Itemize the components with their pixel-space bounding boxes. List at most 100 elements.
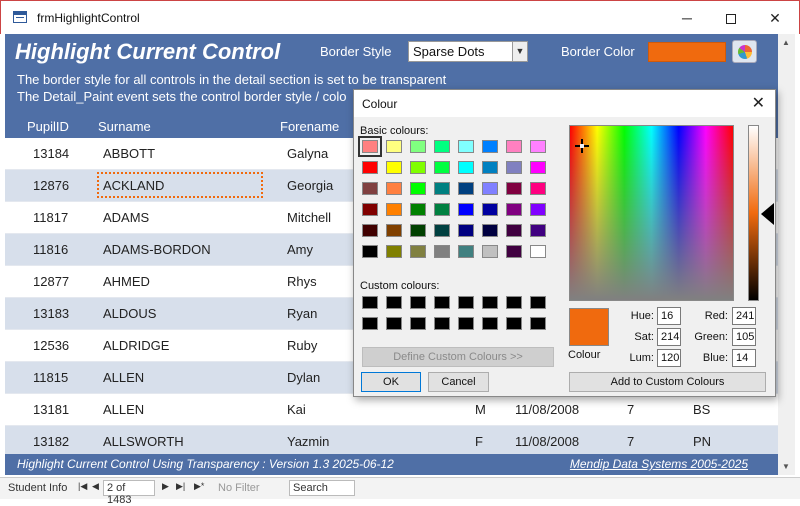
custom-colour-swatch[interactable]	[506, 317, 522, 330]
forename-cell[interactable]: Dylan	[287, 370, 320, 385]
basic-colour-swatch[interactable]	[410, 203, 426, 216]
table-row[interactable]: 13181 ALLEN Kai M 11/08/2008 7 BS	[5, 394, 778, 426]
basic-colour-swatch[interactable]	[434, 140, 450, 153]
record-position-field[interactable]: 2 of 1483	[103, 480, 155, 506]
surname-cell[interactable]: AHMED	[103, 274, 150, 289]
custom-colour-swatch[interactable]	[458, 296, 474, 309]
basic-colour-swatch[interactable]	[458, 203, 474, 216]
close-button[interactable]: ✕	[753, 5, 797, 31]
custom-colour-swatch[interactable]	[362, 317, 378, 330]
basic-colour-swatch[interactable]	[410, 245, 426, 258]
basic-colour-swatch[interactable]	[458, 140, 474, 153]
forename-cell[interactable]: Yazmin	[287, 434, 329, 449]
custom-colour-swatch[interactable]	[530, 317, 546, 330]
basic-colour-swatch[interactable]	[530, 161, 546, 174]
custom-colour-swatch[interactable]	[434, 317, 450, 330]
sat-field[interactable]: 214	[657, 328, 681, 346]
custom-colour-swatch[interactable]	[386, 317, 402, 330]
hue-field[interactable]: 16	[657, 307, 681, 325]
basic-colour-swatch[interactable]	[506, 203, 522, 216]
surname-cell[interactable]: ABBOTT	[103, 146, 155, 161]
forename-cell[interactable]: Georgia	[287, 178, 333, 193]
custom-colour-swatch[interactable]	[482, 296, 498, 309]
basic-colour-swatch[interactable]	[434, 161, 450, 174]
dob-cell[interactable]: 11/08/2008	[515, 402, 579, 417]
red-field[interactable]: 241	[732, 307, 756, 325]
house-cell[interactable]: BS	[693, 402, 710, 417]
year-cell[interactable]: 7	[627, 434, 634, 449]
surname-cell[interactable]: ADAMS	[103, 210, 149, 225]
basic-colour-swatch[interactable]	[530, 203, 546, 216]
basic-colour-swatch[interactable]	[362, 182, 378, 195]
surname-cell[interactable]: ADAMS-BORDON	[103, 242, 211, 257]
pupil-id-cell[interactable]: 11817	[33, 210, 68, 225]
pupil-id-cell[interactable]: 13183	[33, 306, 69, 321]
basic-colour-swatch[interactable]	[530, 245, 546, 258]
luminance-arrow-icon[interactable]	[761, 203, 774, 225]
forename-cell[interactable]: Ryan	[287, 306, 317, 321]
crosshair-icon[interactable]	[575, 139, 589, 153]
forename-cell[interactable]: Galyna	[287, 146, 328, 161]
basic-colour-swatch[interactable]	[482, 161, 498, 174]
luminance-slider[interactable]	[748, 125, 759, 301]
dob-cell[interactable]: 11/08/2008	[515, 434, 579, 449]
basic-colour-swatch[interactable]	[506, 140, 522, 153]
basic-colour-swatch[interactable]	[386, 182, 402, 195]
surname-cell[interactable]: ALDRIDGE	[103, 338, 169, 353]
pupil-id-cell[interactable]: 12536	[33, 338, 69, 353]
basic-colour-swatch[interactable]	[386, 245, 402, 258]
basic-colour-swatch[interactable]	[362, 224, 378, 237]
border-style-combo[interactable]: Sparse Dots ▼	[408, 41, 528, 62]
pupil-id-cell[interactable]: 13182	[33, 434, 69, 449]
basic-colour-swatch[interactable]	[362, 161, 378, 174]
basic-colour-swatch[interactable]	[386, 140, 402, 153]
basic-colour-swatch[interactable]	[530, 182, 546, 195]
vertical-scrollbar[interactable]: ▲ ▼	[778, 34, 795, 475]
surname-cell[interactable]: ALLEN	[103, 370, 144, 385]
basic-colour-swatch[interactable]	[458, 245, 474, 258]
basic-colour-swatch[interactable]	[482, 245, 498, 258]
custom-colour-swatch[interactable]	[434, 296, 450, 309]
basic-colour-swatch[interactable]	[434, 224, 450, 237]
gender-cell[interactable]: M	[475, 402, 486, 417]
basic-colour-swatch[interactable]	[458, 182, 474, 195]
basic-colour-swatch[interactable]	[506, 161, 522, 174]
basic-colour-swatch[interactable]	[386, 161, 402, 174]
filter-status[interactable]: No Filter	[218, 482, 260, 494]
basic-colour-swatch[interactable]	[362, 245, 378, 258]
forename-cell[interactable]: Amy	[287, 242, 313, 257]
surname-cell[interactable]: ALDOUS	[103, 306, 156, 321]
custom-colour-swatch[interactable]	[482, 317, 498, 330]
chevron-down-icon[interactable]: ▼	[512, 42, 527, 61]
minimize-button[interactable]: ─	[665, 5, 709, 31]
basic-colour-swatch[interactable]	[386, 224, 402, 237]
basic-colour-swatch[interactable]	[530, 224, 546, 237]
forename-cell[interactable]: Ruby	[287, 338, 317, 353]
basic-colour-swatch[interactable]	[410, 161, 426, 174]
forename-cell[interactable]: Mitchell	[287, 210, 331, 225]
custom-colour-swatch[interactable]	[386, 296, 402, 309]
maximize-button[interactable]	[709, 5, 753, 31]
colour-spectrum[interactable]	[569, 125, 734, 301]
basic-colour-swatch[interactable]	[458, 161, 474, 174]
dialog-close-icon[interactable]: ✕	[752, 93, 765, 113]
border-color-swatch[interactable]	[648, 42, 726, 62]
gender-cell[interactable]: F	[475, 434, 483, 449]
define-custom-colours-button[interactable]: Define Custom Colours >>	[362, 347, 554, 367]
footer-link[interactable]: Mendip Data Systems 2005-2025	[570, 457, 748, 471]
forename-cell[interactable]: Kai	[287, 402, 306, 417]
basic-colour-swatch[interactable]	[482, 224, 498, 237]
last-record-icon[interactable]: ▶|	[176, 481, 185, 492]
pupil-id-cell[interactable]: 11816	[33, 242, 68, 257]
year-cell[interactable]: 7	[627, 402, 634, 417]
add-to-custom-colours-button[interactable]: Add to Custom Colours	[569, 372, 766, 392]
colour-picker-button[interactable]	[732, 40, 757, 63]
pupil-id-cell[interactable]: 12877	[33, 274, 69, 289]
pupil-id-cell[interactable]: 12876	[33, 178, 69, 193]
basic-colour-swatch[interactable]	[410, 140, 426, 153]
ok-button[interactable]: OK	[361, 372, 421, 392]
basic-colour-swatch[interactable]	[482, 140, 498, 153]
first-record-icon[interactable]: |◀	[78, 481, 87, 492]
surname-cell[interactable]: ALLEN	[103, 402, 144, 417]
basic-colour-swatch[interactable]	[506, 245, 522, 258]
